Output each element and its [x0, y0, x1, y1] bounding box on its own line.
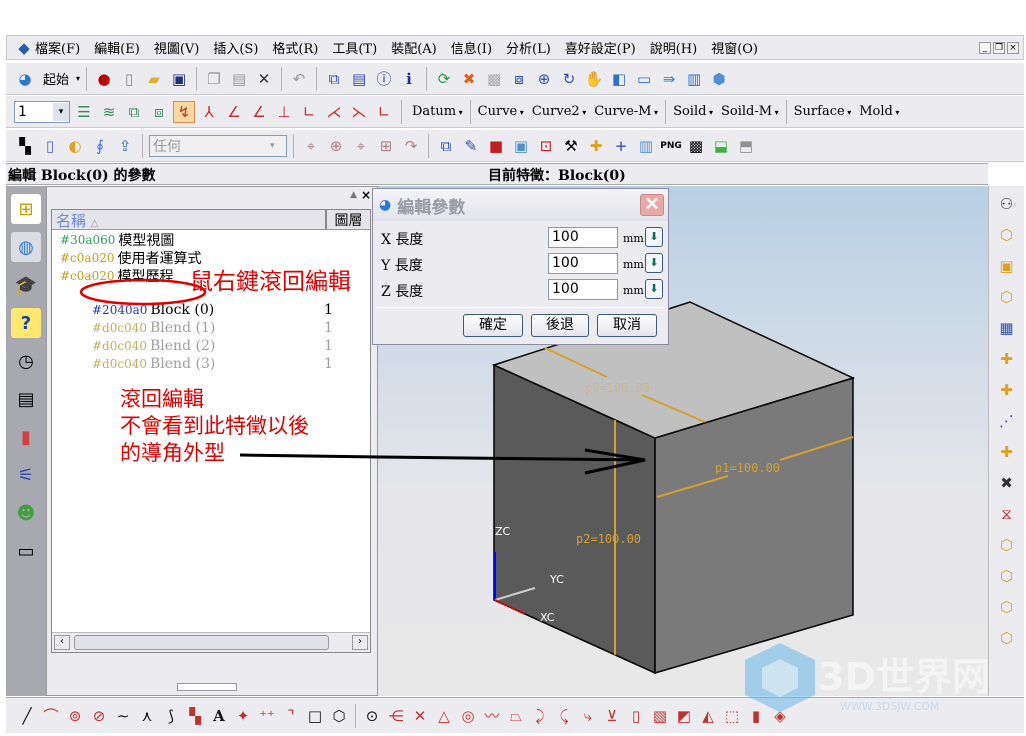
- divider: [377, 307, 664, 308]
- axis-label-xc: XC: [540, 611, 555, 624]
- unit-label: mm: [623, 258, 644, 271]
- unit-label: mm: [623, 232, 644, 245]
- watermark-url: WWW.3DSJW.COM: [840, 700, 940, 713]
- dim-label-p0[interactable]: p0=100.00: [585, 381, 650, 395]
- axis-label-zc: ZC: [495, 525, 511, 538]
- parameter-input[interactable]: 100: [548, 253, 618, 274]
- axis-label-yc: YC: [549, 573, 564, 586]
- parameter-label: Y 長度: [381, 258, 423, 274]
- dialog-title: 編輯參數: [397, 197, 466, 218]
- watermark-text: 3D世界网: [818, 655, 990, 699]
- back-button[interactable]: 後退: [531, 314, 589, 337]
- model-view: p0=100.00 p1=100.00 p2=100.00 ZC YC XC 3…: [491, 301, 990, 713]
- watermark: 3D世界网 WWW.3DSJW.COM: [745, 643, 990, 713]
- parameter-input[interactable]: 100: [548, 279, 618, 300]
- edit-parameters-dialog: ◕ 編輯參數 ✕ X 長度 100 mm ⬇ Y 長度 100 mm ⬇ Z 長度 100 mm ⬇ …: [372, 188, 669, 345]
- rollback-note: 滾回編輯 不會看到此特徵以後 的導角外型: [120, 386, 309, 467]
- dim-label-p2[interactable]: p2=100.00: [576, 532, 641, 546]
- dialog-app-icon: ◕: [379, 197, 392, 213]
- arrow-down-icon[interactable]: ⬇: [645, 279, 663, 299]
- note-line: 不會看到此特徵以後: [120, 414, 309, 438]
- note-line: 滾回編輯: [120, 387, 204, 411]
- parameter-label: Z 長度: [381, 284, 424, 300]
- dialog-close-button[interactable]: ✕: [640, 194, 664, 216]
- note-line: 的導角外型: [120, 441, 225, 465]
- cancel-button[interactable]: 取消: [597, 314, 657, 337]
- right-click-note: 鼠右鍵滾回編輯: [190, 269, 351, 295]
- arrow-down-icon[interactable]: ⬇: [645, 227, 663, 247]
- arrow-down-icon[interactable]: ⬇: [645, 253, 663, 273]
- unit-label: mm: [623, 284, 644, 297]
- parameter-input[interactable]: 100: [548, 227, 618, 248]
- parameter-label: X 長度: [381, 232, 424, 248]
- dim-label-p1[interactable]: p1=100.00: [715, 461, 780, 475]
- ok-button[interactable]: 確定: [463, 314, 523, 337]
